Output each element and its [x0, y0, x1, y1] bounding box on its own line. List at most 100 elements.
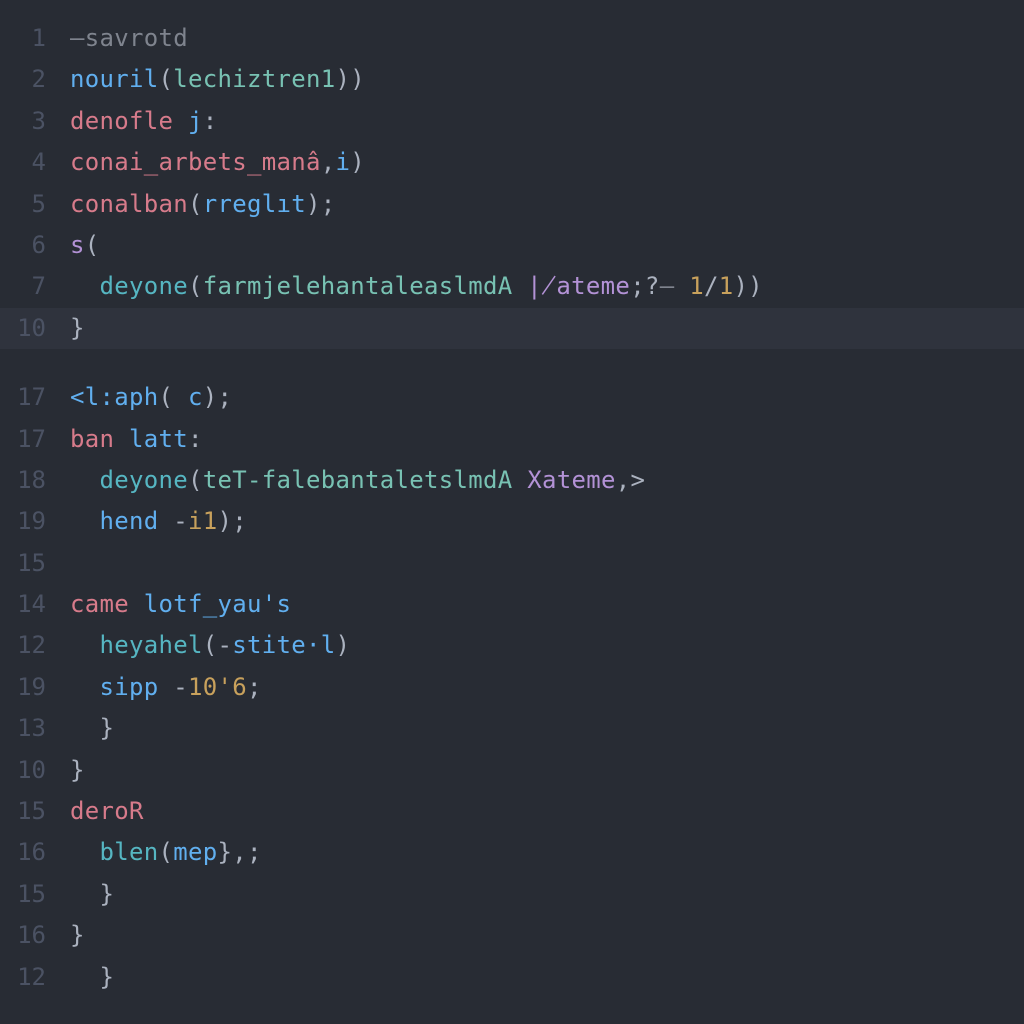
token: )) [336, 65, 366, 93]
token: : [188, 425, 203, 453]
token: } [70, 714, 114, 742]
line-number: 17 [0, 419, 70, 460]
token: ( [188, 466, 203, 494]
token: ( [85, 231, 100, 259]
code-content[interactable]: nouril(lechiztren1)) [70, 59, 1024, 100]
token [173, 107, 188, 135]
token: lechiztren1 [173, 65, 335, 93]
code-content[interactable]: blen(mep},; [70, 832, 1024, 873]
code-content[interactable]: } [70, 957, 1024, 998]
code-content[interactable]: } [70, 915, 1024, 956]
token: conalban [70, 190, 188, 218]
code-line[interactable]: 13 } [0, 708, 1024, 749]
code-line[interactable]: 19 sipp -10'6; [0, 667, 1024, 708]
code-content[interactable]: } [70, 750, 1024, 791]
code-line[interactable]: 4conai_arbets_manâ,i) [0, 142, 1024, 183]
code-content[interactable]: } [70, 708, 1024, 749]
code-content[interactable]: <l:aph( c); [70, 377, 1024, 418]
token: , [321, 148, 336, 176]
code-line[interactable]: 18 deyone(teT-falebantaletslmdA Xateme,> [0, 460, 1024, 501]
code-line[interactable]: 15 [0, 543, 1024, 584]
token: 1 [719, 272, 734, 300]
token [70, 673, 100, 701]
code-line[interactable]: 15 } [0, 874, 1024, 915]
line-number: 5 [0, 184, 70, 225]
token: mep [173, 838, 217, 866]
code-line[interactable]: 19 hend -i1); [0, 501, 1024, 542]
code-line[interactable]: 16} [0, 915, 1024, 956]
token: ban [70, 425, 114, 453]
code-line[interactable]: 10} [0, 750, 1024, 791]
token: lotf_yau's [144, 590, 292, 618]
token: } [70, 921, 85, 949]
token: },; [218, 838, 262, 866]
line-number: 19 [0, 667, 70, 708]
token: Xateme [527, 466, 616, 494]
line-number: 15 [0, 791, 70, 832]
code-content[interactable]: sipp -10'6; [70, 667, 1024, 708]
code-line[interactable]: 16 blen(mep},; [0, 832, 1024, 873]
code-content[interactable]: } [70, 308, 1024, 349]
code-content[interactable]: –savrotd [70, 18, 1024, 59]
code-line[interactable]: 3denofle j: [0, 101, 1024, 142]
code-line[interactable]: 6s( [0, 225, 1024, 266]
token: hend [100, 507, 159, 535]
blank-gap [0, 349, 1024, 377]
code-content[interactable]: heyahel(-stite·l) [70, 625, 1024, 666]
token: denofle [70, 107, 173, 135]
token: ( [159, 838, 174, 866]
code-content[interactable]: ban latt: [70, 419, 1024, 460]
token: j [188, 107, 203, 135]
line-number: 12 [0, 957, 70, 998]
token: } [70, 756, 85, 784]
token: latt [129, 425, 188, 453]
line-number: 16 [0, 832, 70, 873]
line-number: 2 [0, 59, 70, 100]
code-content[interactable]: conai_arbets_manâ,i) [70, 142, 1024, 183]
code-line[interactable]: 1–savrotd [0, 18, 1024, 59]
token [70, 466, 100, 494]
token: deyone [100, 466, 189, 494]
code-line[interactable]: 12 } [0, 957, 1024, 998]
token [70, 507, 100, 535]
line-number: 18 [0, 460, 70, 501]
token: ( [159, 65, 174, 93]
token: ); [306, 190, 336, 218]
code-content[interactable]: denofle j: [70, 101, 1024, 142]
code-line[interactable]: 2nouril(lechiztren1)) [0, 59, 1024, 100]
token: ; [247, 673, 262, 701]
line-number: 3 [0, 101, 70, 142]
code-content[interactable]: hend -i1); [70, 501, 1024, 542]
line-number: 4 [0, 142, 70, 183]
token: (- [203, 631, 233, 659]
code-line[interactable]: 7 deyone(farmjelehantaleaslmdA ∤ateme;?–… [0, 266, 1024, 307]
code-content[interactable]: } [70, 874, 1024, 915]
token: conai_arbets_manâ [70, 148, 321, 176]
code-line[interactable]: 17ban latt: [0, 419, 1024, 460]
token [70, 631, 100, 659]
token: } [70, 880, 114, 908]
token [512, 466, 527, 494]
line-number: 7 [0, 266, 70, 307]
line-number: 13 [0, 708, 70, 749]
token: / [704, 272, 719, 300]
code-content[interactable]: s( [70, 225, 1024, 266]
code-line[interactable]: 17<l:aph( c); [0, 377, 1024, 418]
token: ( [188, 190, 203, 218]
code-content[interactable]: deyone(teT-falebantaletslmdA Xateme,> [70, 460, 1024, 501]
token: } [70, 314, 85, 342]
token: rreglıt [203, 190, 306, 218]
line-number: 10 [0, 750, 70, 791]
token: - [159, 507, 189, 535]
code-content[interactable]: deyone(farmjelehantaleaslmdA ∤ateme;?– 1… [70, 266, 1024, 307]
code-content[interactable]: deroR [70, 791, 1024, 832]
code-line[interactable]: 14came lotf_yau's [0, 584, 1024, 625]
code-line[interactable]: 12 heyahel(-stite·l) [0, 625, 1024, 666]
code-content[interactable]: conalban(rreglıt); [70, 184, 1024, 225]
code-line[interactable]: 15deroR [0, 791, 1024, 832]
code-line[interactable]: 10} [0, 308, 1024, 349]
code-editor[interactable]: 1–savrotd2nouril(lechiztren1))3denofle j… [0, 0, 1024, 998]
code-line[interactable]: 5conalban(rreglıt); [0, 184, 1024, 225]
line-number: 14 [0, 584, 70, 625]
code-content[interactable]: came lotf_yau's [70, 584, 1024, 625]
